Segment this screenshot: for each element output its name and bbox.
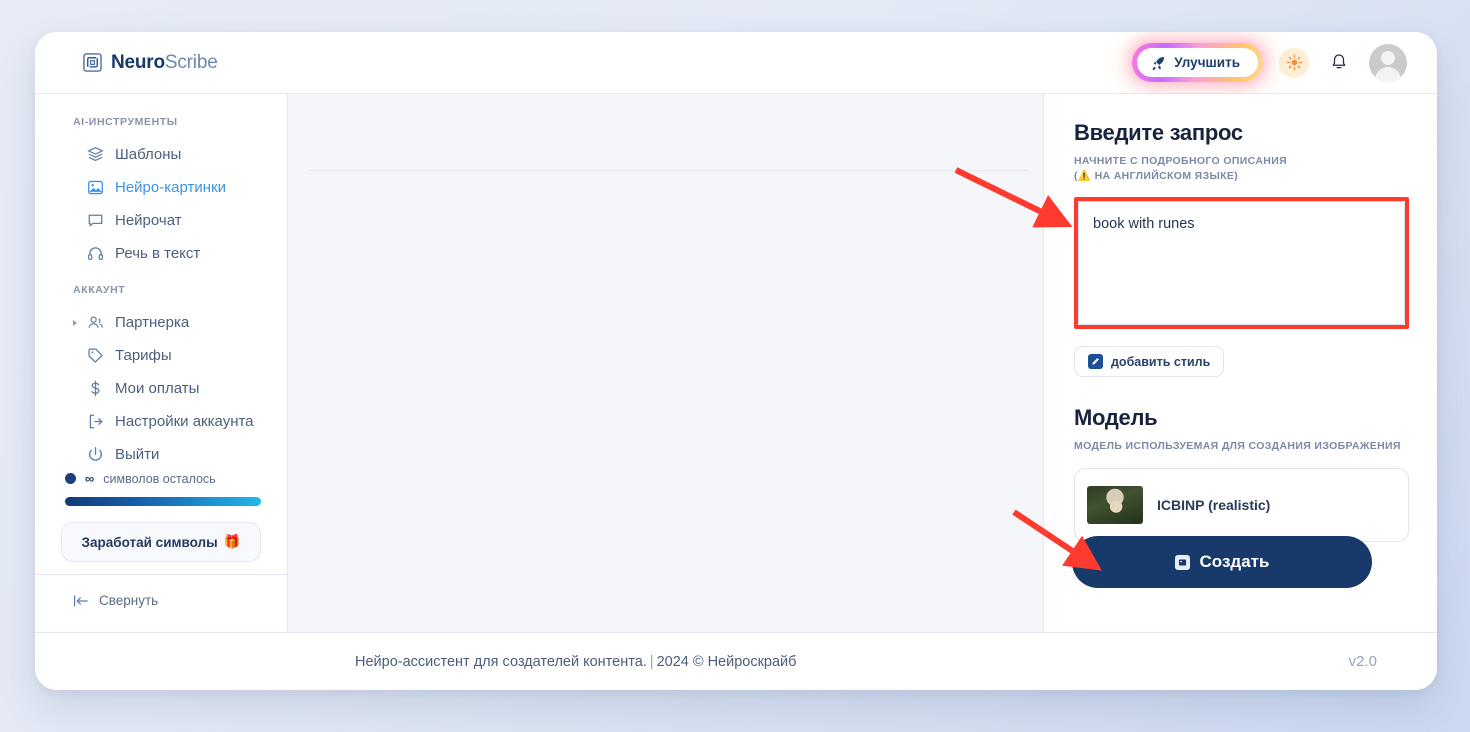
sidebar-item-account-settings[interactable]: Настройки аккаунта xyxy=(35,405,287,438)
collapse-sidebar-button[interactable]: Свернуть xyxy=(35,574,287,632)
brand-name-bold: Neuro xyxy=(111,51,165,73)
sidebar-credits-block: ∞ символов осталось Заработай символы 🎁 xyxy=(35,471,287,574)
canvas-divider xyxy=(308,170,1029,171)
image-square-icon xyxy=(1174,554,1190,570)
logout-bracket-icon xyxy=(89,414,103,429)
headphones-icon xyxy=(87,247,104,260)
sidebar-item-label: Выйти xyxy=(115,446,160,463)
sidebar-item-label: Настройки аккаунта xyxy=(115,413,254,430)
pencil-square-icon xyxy=(1088,354,1103,370)
sidebar-item-neuro-images[interactable]: Нейро-картинки xyxy=(35,171,287,204)
bell-icon xyxy=(1332,54,1346,69)
upgrade-button-label: Улучшить xyxy=(1174,55,1240,70)
sidebar: AI-ИНСТРУМЕНТЫ Шаблоны Нейро-картинки Не… xyxy=(35,94,288,632)
app-header: NeuroScribe Улучшить xyxy=(35,32,1437,94)
sidebar-item-label: Партнерка xyxy=(115,314,190,331)
sidebar-item-my-payments[interactable]: Мои оплаты xyxy=(35,372,287,405)
credits-progress-bar xyxy=(65,497,261,506)
sidebar-item-label: Речь в текст xyxy=(115,245,201,262)
credits-row: ∞ символов осталось xyxy=(61,471,261,486)
sidebar-group-title-tools: AI-ИНСТРУМЕНТЫ xyxy=(73,116,178,128)
prompt-subtitle-line1: НАЧНИТЕ С ПОДРОБНОГО ОПИСАНИЯ xyxy=(1074,155,1287,167)
add-style-button[interactable]: добавить стиль xyxy=(1074,346,1225,378)
warning-emoji-icon: ⚠️ xyxy=(1077,170,1092,183)
brand-logo-block[interactable]: NeuroScribe xyxy=(83,52,218,74)
collapse-left-icon xyxy=(73,595,88,607)
model-heading: Модель xyxy=(1074,405,1158,431)
sidebar-item-partners[interactable]: Партнерка xyxy=(35,306,287,339)
prompt-field-highlight xyxy=(1074,197,1409,330)
credits-amount: ∞ xyxy=(85,471,95,486)
sidebar-item-label: Нейрочат xyxy=(115,212,182,229)
model-thumbnail xyxy=(1087,485,1143,524)
footer-text: Нейро-ассистент для создателей контента. xyxy=(355,653,647,670)
prompt-subtitle: НАЧНИТЕ С ПОДРОБНОГО ОПИСАНИЯ (⚠️ НА АНГ… xyxy=(1074,154,1409,184)
chevron-right-icon xyxy=(73,319,77,326)
image-icon xyxy=(88,180,103,195)
chat-bubble-icon xyxy=(88,214,103,227)
prompt-input[interactable] xyxy=(1078,201,1405,326)
sidebar-group-title-account: АККАУНТ xyxy=(73,284,126,296)
footer-version: v2.0 xyxy=(1348,653,1377,670)
create-button-label: Создать xyxy=(1199,552,1270,571)
prompt-heading: Введите запрос xyxy=(1074,120,1243,145)
rocket-icon xyxy=(1152,57,1165,70)
add-style-label: добавить стиль xyxy=(1111,354,1211,369)
users-icon xyxy=(88,316,103,328)
model-subtitle: МОДЕЛЬ ИСПОЛЬЗУЕМАЯ ДЛЯ СОЗДАНИЯ ИЗОБРАЖ… xyxy=(1074,440,1401,453)
notifications-button[interactable] xyxy=(1325,49,1353,77)
brand-name: NeuroScribe xyxy=(111,52,218,74)
app-footer: Нейро-ассистент для создателей контента.… xyxy=(35,632,1437,690)
upgrade-button-glow: Улучшить xyxy=(1132,43,1263,82)
generation-settings-panel: Введите запрос НАЧНИТЕ С ПОДРОБНОГО ОПИС… xyxy=(1044,94,1437,632)
sun-icon xyxy=(1286,54,1302,71)
power-icon xyxy=(89,447,102,461)
collapse-label: Свернуть xyxy=(99,593,159,608)
upgrade-button[interactable]: Улучшить xyxy=(1137,48,1258,77)
earn-symbols-label: Заработай символы xyxy=(81,534,218,550)
dollar-icon xyxy=(91,380,100,397)
avatar[interactable] xyxy=(1369,43,1407,82)
sidebar-item-label: Шаблоны xyxy=(115,146,182,163)
footer-copyright: 2024 © Нейроскрайб xyxy=(656,653,797,670)
nested-square-logo-icon xyxy=(83,53,102,72)
footer-separator: | xyxy=(649,653,654,670)
sidebar-item-label: Мои оплаты xyxy=(115,380,200,397)
header-actions: Улучшить xyxy=(1132,43,1407,82)
layers-icon xyxy=(87,147,104,162)
sidebar-item-logout[interactable]: Выйти xyxy=(35,438,287,471)
create-button[interactable]: Создать xyxy=(1072,536,1372,588)
gift-emoji-icon: 🎁 xyxy=(223,534,241,549)
brand-name-light: Scribe xyxy=(164,51,218,73)
model-selector-card[interactable]: ICBINP (realistic) xyxy=(1074,467,1409,542)
sidebar-item-label: Тарифы xyxy=(115,347,172,364)
app-body: AI-ИНСТРУМЕНТЫ Шаблоны Нейро-картинки Не… xyxy=(35,94,1437,632)
credits-dot-icon xyxy=(65,473,76,484)
sidebar-item-label: Нейро-картинки xyxy=(115,179,226,196)
app-window: NeuroScribe Улучшить AI-ИНСТРУМЕНТЫ Шабл… xyxy=(35,32,1437,690)
sidebar-item-tariffs[interactable]: Тарифы xyxy=(35,339,287,372)
theme-toggle-button[interactable] xyxy=(1279,47,1309,78)
prompt-subtitle-line2: НА АНГЛИЙСКОМ ЯЗЫКЕ) xyxy=(1091,170,1239,183)
sidebar-item-neurochat[interactable]: Нейрочат xyxy=(35,204,287,237)
sidebar-item-templates[interactable]: Шаблоны xyxy=(35,138,287,171)
earn-symbols-button[interactable]: Заработай символы 🎁 xyxy=(61,522,261,562)
model-name-label: ICBINP (realistic) xyxy=(1157,496,1271,513)
credits-label: символов осталось xyxy=(103,471,216,486)
image-results-canvas xyxy=(288,94,1044,632)
sidebar-item-speech-to-text[interactable]: Речь в текст xyxy=(35,237,287,270)
tag-icon xyxy=(88,348,103,363)
